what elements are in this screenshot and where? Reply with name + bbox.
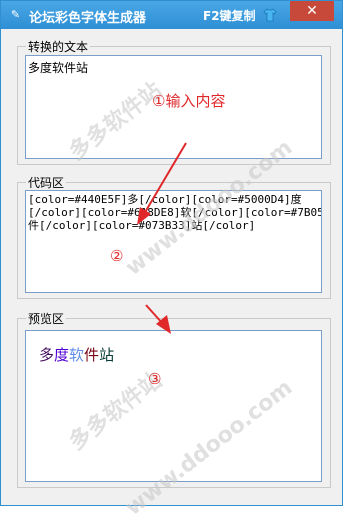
arrow-head-code [137, 207, 151, 225]
app-window: ✎ 论坛彩色字体生成器 F2键复制 ✕ 转换的文本 多度软件站 代码区 [col… [0, 0, 343, 521]
annotation-arrows [137, 142, 187, 334]
arrow-to-code [143, 142, 187, 215]
